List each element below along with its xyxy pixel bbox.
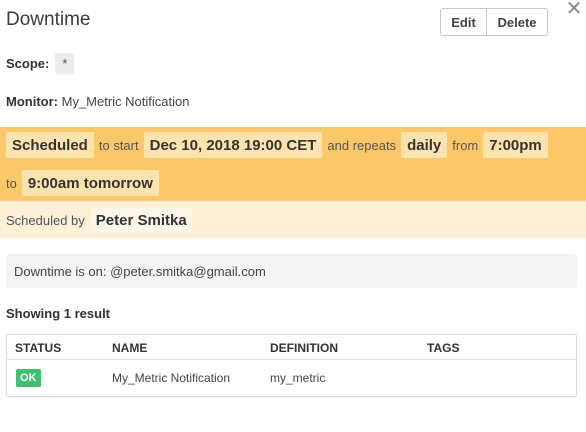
row-definition: my_metric	[270, 371, 326, 385]
start-date-chip: Dec 10, 2018 19:00 CET	[143, 132, 323, 158]
schedule-line-1: Scheduled to start Dec 10, 2018 19:00 CE…	[6, 132, 548, 158]
edit-button[interactable]: Edit	[440, 8, 487, 36]
scope-row: Scope: *	[6, 53, 75, 74]
action-buttons: Edit Delete	[440, 8, 548, 36]
notification-info-box: Downtime is on: @peter.smitka@gmail.com	[6, 254, 577, 288]
monitor-value: My_Metric Notification	[61, 94, 190, 109]
scheduled-by-label: Scheduled by	[6, 212, 85, 228]
notification-info-text: Downtime is on: @peter.smitka@gmail.com	[14, 263, 266, 279]
from-time-chip: 7:00pm	[483, 132, 548, 158]
scope-label: Scope:	[6, 56, 50, 71]
page-title: Downtime	[6, 9, 91, 30]
scheduled-by-name: Peter Smitka	[90, 208, 192, 232]
to-time-chip: 9:00am tomorrow	[21, 170, 159, 196]
row-name[interactable]: My_Metric Notification	[112, 371, 230, 385]
results-table: STATUS NAME DEFINITION TAGS OK My_Metric…	[6, 334, 577, 397]
close-icon[interactable]: ✕	[564, 0, 584, 20]
schedule-band: Scheduled to start Dec 10, 2018 19:00 CE…	[0, 127, 586, 201]
status-badge: OK	[16, 369, 41, 387]
column-header-tags[interactable]: TAGS	[427, 341, 459, 355]
frequency-chip: daily	[401, 132, 448, 158]
monitor-row: Monitor: My_Metric Notification	[6, 94, 189, 109]
scheduled-by-band: Scheduled by Peter Smitka	[0, 201, 586, 238]
scope-value-chip: *	[55, 53, 75, 74]
from-text: from	[452, 137, 479, 153]
schedule-line-2: to 9:00am tomorrow	[6, 170, 159, 196]
table-header: STATUS NAME DEFINITION TAGS	[7, 335, 576, 360]
status-chip: Scheduled	[6, 132, 94, 158]
delete-button[interactable]: Delete	[487, 8, 548, 36]
column-header-status[interactable]: STATUS	[15, 341, 61, 355]
results-summary: Showing 1 result	[6, 306, 111, 321]
monitor-label: Monitor:	[6, 94, 58, 109]
and-repeats-text: and repeats	[327, 137, 397, 153]
table-row[interactable]: OK My_Metric Notification my_metric	[7, 361, 576, 397]
column-header-name[interactable]: NAME	[112, 341, 147, 355]
to-start-text: to start	[98, 137, 139, 153]
scheduled-by-line: Scheduled by Peter Smitka	[6, 208, 192, 232]
column-header-definition[interactable]: DEFINITION	[270, 341, 338, 355]
to-text: to	[6, 175, 17, 191]
